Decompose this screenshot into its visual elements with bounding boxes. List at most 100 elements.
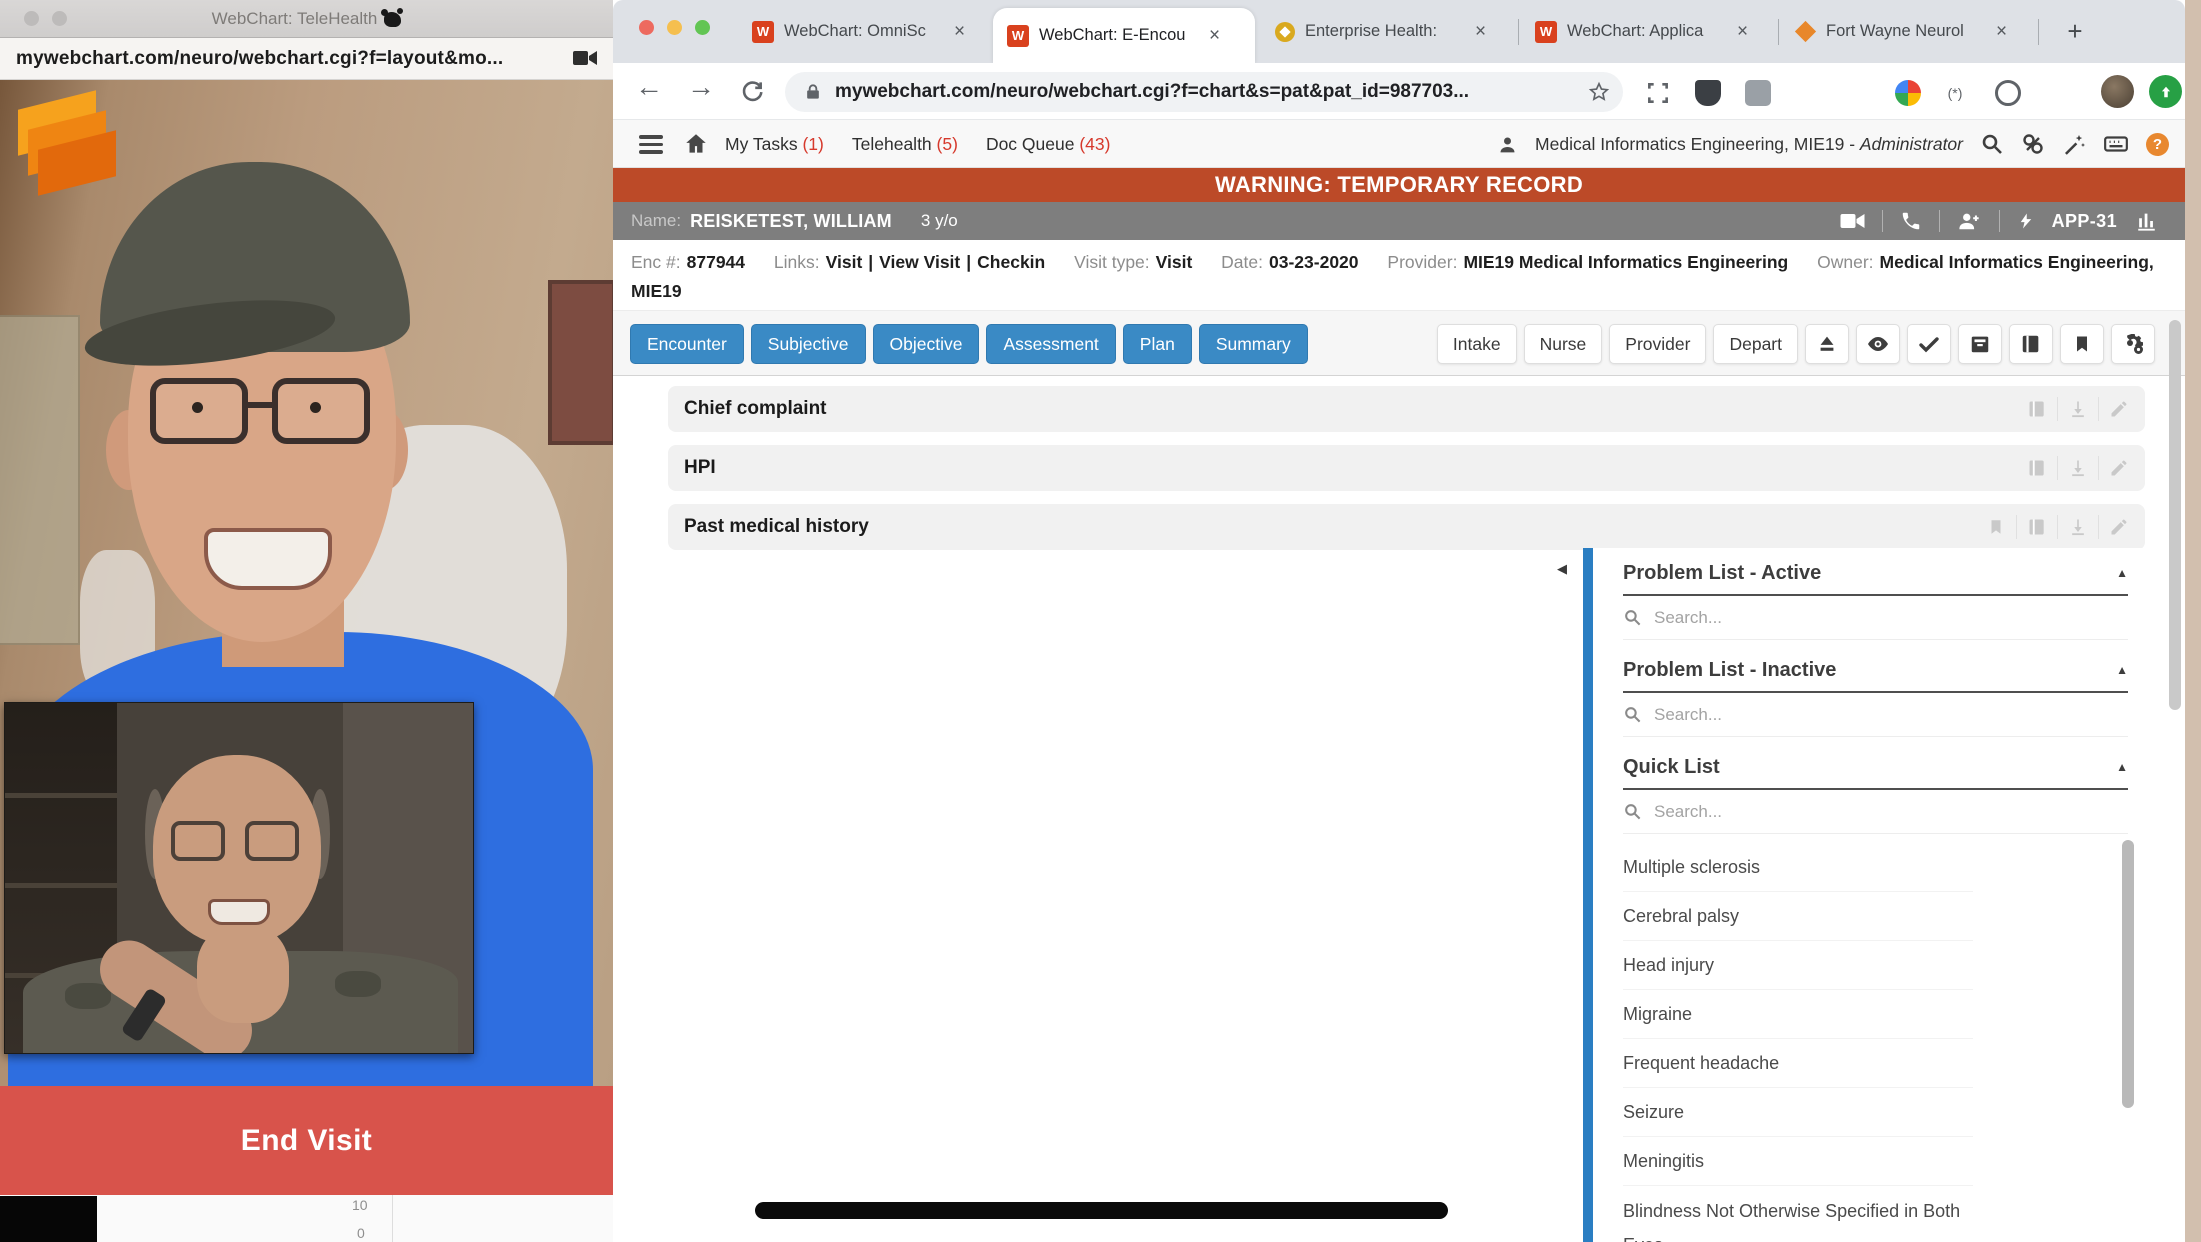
lightning-icon[interactable] <box>2017 210 2035 232</box>
end-visit-button[interactable]: End Visit <box>0 1086 613 1195</box>
quick-list-search-input[interactable] <box>1654 802 1954 822</box>
depart-button[interactable]: Depart <box>1713 324 1798 364</box>
book-icon[interactable] <box>2017 458 2057 478</box>
close-tab-icon[interactable]: × <box>1996 22 2007 41</box>
back-icon[interactable]: ← <box>635 71 663 103</box>
problem-list-active-search-input[interactable] <box>1654 608 1954 628</box>
help-icon[interactable]: ? <box>2146 133 2169 156</box>
edit-pencil-icon[interactable] <box>2099 399 2139 419</box>
bookmark-button[interactable] <box>2060 324 2104 364</box>
quick-list-item[interactable]: Migraine <box>1623 990 1973 1039</box>
add-person-icon[interactable] <box>1957 210 1982 232</box>
magic-wand-icon[interactable] <box>2062 132 2086 156</box>
menu-hamburger-icon[interactable] <box>639 135 663 158</box>
nav-item-my-tasks[interactable]: My Tasks (1) <box>725 134 824 155</box>
link-view-visit[interactable]: View Visit <box>879 252 960 272</box>
lighthouse-extension-icon[interactable] <box>1895 80 1921 106</box>
quick-list-scrollbar[interactable] <box>2122 840 2134 1108</box>
quick-list-item[interactable]: Blindness Not Otherwise Specified in Bot… <box>1623 1186 1973 1242</box>
asterisk-extension-icon[interactable]: (*) <box>1938 80 1972 106</box>
account-label[interactable]: Medical Informatics Engineering, MIE19 -… <box>1535 134 1963 155</box>
window-close-button[interactable] <box>639 20 654 35</box>
link-visit[interactable]: Visit <box>826 252 863 272</box>
collapse-section-icon[interactable]: ▲ <box>2116 760 2128 774</box>
intake-button[interactable]: Intake <box>1437 324 1517 364</box>
reload-icon[interactable] <box>739 77 765 103</box>
bookmark-star-icon[interactable] <box>1588 81 1610 103</box>
forward-icon[interactable]: → <box>687 71 715 103</box>
close-tab-icon[interactable]: × <box>1737 22 1748 41</box>
nav-item-telehealth[interactable]: Telehealth (5) <box>852 134 958 155</box>
quick-list-item[interactable]: Cerebral palsy <box>1623 892 1973 941</box>
window-minimize-button[interactable] <box>667 20 682 35</box>
video-progress-bar[interactable] <box>755 1202 1448 1219</box>
book-notes-button[interactable] <box>2009 324 2053 364</box>
eye-preview-button[interactable] <box>1856 324 1900 364</box>
video-call-icon[interactable] <box>1840 212 1865 230</box>
download-arrow-icon[interactable] <box>2058 517 2098 537</box>
tab-fort-wayne-neurology[interactable]: Fort Wayne Neurol × <box>1781 0 2033 63</box>
book-icon[interactable] <box>2017 399 2057 419</box>
address-bar[interactable]: mywebchart.com/neuro/webchart.cgi?f=char… <box>785 72 1623 112</box>
archive-button[interactable] <box>1958 324 2002 364</box>
close-tab-icon[interactable]: × <box>954 22 965 41</box>
book-icon[interactable] <box>2017 517 2057 537</box>
links-chain-icon[interactable] <box>2021 132 2045 156</box>
check-sign-button[interactable] <box>1907 324 1951 364</box>
group-header-quick-list[interactable]: Quick List ▲ <box>1623 746 2128 790</box>
page-scrollbar[interactable] <box>2169 320 2181 710</box>
section-hpi[interactable]: HPI <box>668 445 2145 491</box>
quick-list-item[interactable]: Multiple sclerosis <box>1623 843 1973 892</box>
shield-extension-icon[interactable] <box>1695 80 1721 106</box>
collapse-panel-icon[interactable]: ◀ <box>1557 561 1567 577</box>
keyboard-icon[interactable] <box>2103 131 2129 157</box>
quick-list-item[interactable]: Head injury <box>1623 941 1973 990</box>
nav-item-doc-queue[interactable]: Doc Queue (43) <box>986 134 1111 155</box>
eject-button[interactable] <box>1805 324 1849 364</box>
close-tab-icon[interactable]: × <box>1475 22 1486 41</box>
tab-assessment[interactable]: Assessment <box>986 324 1115 364</box>
new-tab-button[interactable]: + <box>2058 14 2092 48</box>
quick-list-item[interactable]: Seizure <box>1623 1088 1973 1137</box>
quick-list-item[interactable]: Frequent headache <box>1623 1039 1973 1088</box>
problem-list-inactive-search-input[interactable] <box>1654 705 1954 725</box>
tab-enterprise-health[interactable]: Enterprise Health: × <box>1261 0 1513 63</box>
tab-webchart-omniscope[interactable]: W WebChart: OmniSc × <box>738 0 990 63</box>
screenshot-extension-icon[interactable] <box>1645 80 1671 106</box>
link-checkin[interactable]: Checkin <box>977 252 1045 272</box>
group-header-problem-list-inactive[interactable]: Problem List - Inactive ▲ <box>1623 649 2128 693</box>
nurse-button[interactable]: Nurse <box>1524 324 1603 364</box>
group-header-problem-list-active[interactable]: Problem List - Active ▲ <box>1623 552 2128 596</box>
section-past-medical-history[interactable]: Past medical history <box>668 504 2145 550</box>
close-tab-icon[interactable]: × <box>1209 26 1220 45</box>
tab-webchart-application[interactable]: W WebChart: Applica × <box>1521 0 1773 63</box>
flowsheet-chart-icon[interactable] <box>2134 210 2159 232</box>
phone-icon[interactable] <box>1900 210 1922 232</box>
window-zoom-button[interactable] <box>695 20 710 35</box>
tab-objective[interactable]: Objective <box>873 324 980 364</box>
tab-plan[interactable]: Plan <box>1123 324 1192 364</box>
browser-profile-avatar[interactable] <box>2101 75 2134 108</box>
section-chief-complaint[interactable]: Chief complaint <box>668 386 2145 432</box>
telehealth-url-bar[interactable]: mywebchart.com/neuro/webchart.cgi?f=layo… <box>0 38 613 80</box>
download-arrow-icon[interactable] <box>2058 458 2098 478</box>
ring-extension-icon[interactable] <box>1995 80 2021 106</box>
download-arrow-icon[interactable] <box>2058 399 2098 419</box>
edit-pencil-icon[interactable] <box>2099 458 2139 478</box>
bookmark-icon[interactable] <box>1976 517 2016 537</box>
tab-webchart-e-encounter[interactable]: W WebChart: E-Encou × <box>993 8 1255 63</box>
search-icon[interactable] <box>1980 132 2004 156</box>
settings-gears-button[interactable] <box>2111 324 2155 364</box>
tab-summary[interactable]: Summary <box>1199 324 1308 364</box>
panel-accent-bar[interactable] <box>1583 548 1593 1242</box>
edit-pencil-icon[interactable] <box>2099 517 2139 537</box>
home-icon[interactable] <box>683 131 709 157</box>
update-arrow-icon[interactable] <box>2149 75 2182 108</box>
gray-extension-icon[interactable] <box>1745 80 1771 106</box>
lock-icon[interactable] <box>803 82 823 102</box>
tab-encounter[interactable]: Encounter <box>630 324 744 364</box>
video-camera-permission-icon[interactable] <box>573 49 597 67</box>
collapse-section-icon[interactable]: ▲ <box>2116 663 2128 677</box>
collapse-section-icon[interactable]: ▲ <box>2116 566 2128 580</box>
quick-list-item[interactable]: Meningitis <box>1623 1137 1973 1186</box>
